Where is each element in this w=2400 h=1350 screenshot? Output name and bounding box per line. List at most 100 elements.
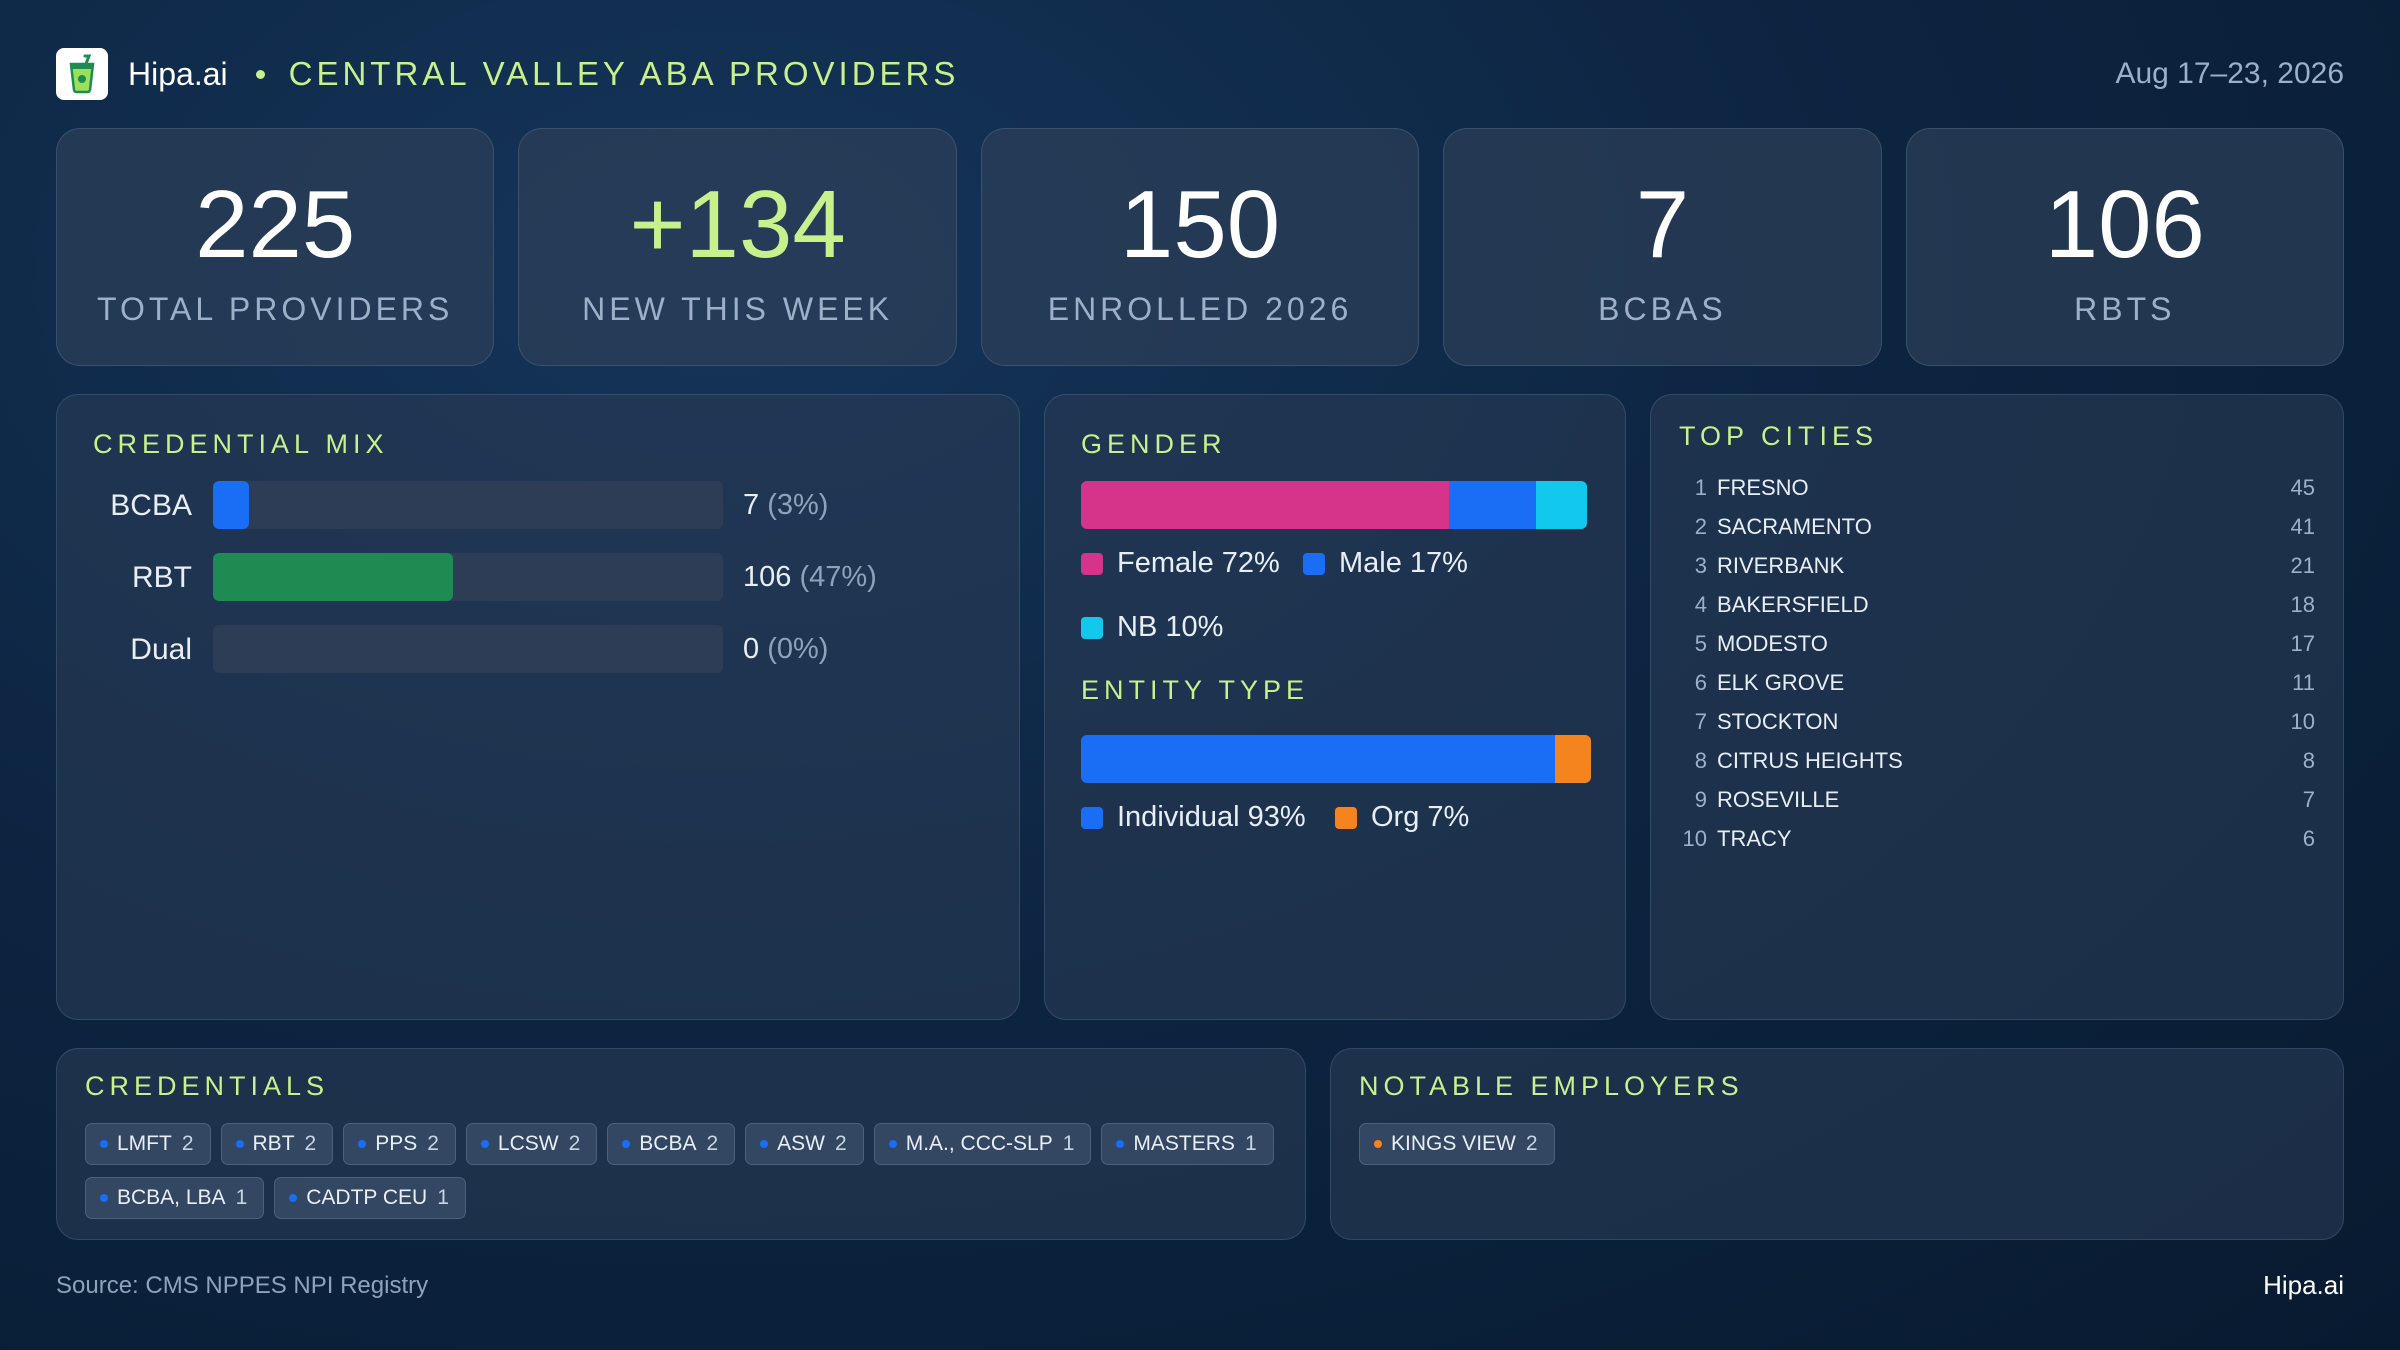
panel-title: ENTITY TYPE <box>1081 675 1310 705</box>
legend-swatch <box>1335 806 1357 829</box>
bar <box>213 553 453 601</box>
legend-label: Male 17% <box>1339 547 1468 579</box>
legend-swatch <box>1081 552 1103 575</box>
employers-chip-list: KINGS VIEW 2 <box>1359 1123 2315 1165</box>
credential-chip: PPS 2 <box>343 1123 456 1165</box>
chip-count: 1 <box>1244 1132 1257 1155</box>
chip-label: BCBA, LBA <box>117 1186 226 1209</box>
chip-dot <box>622 1140 631 1148</box>
bar-percent: (47%) <box>799 561 877 593</box>
legend-item-nb: NB 10% <box>1081 611 1223 644</box>
city-row: 5 MODESTO 17 <box>1679 631 2315 661</box>
legend-label: NB 10% <box>1117 611 1224 643</box>
city-row: 10 TRACY 6 <box>1679 826 2315 856</box>
source-note: Source: CMS NPPES NPI Registry <box>56 1272 429 1299</box>
gender-stacked-bar <box>1081 481 1587 529</box>
city-count: 6 <box>2302 826 2315 851</box>
chip-dot <box>1116 1140 1125 1148</box>
credential-chip: MASTERS 1 <box>1101 1123 1274 1165</box>
bar-value-label: 106 (47%) <box>743 561 877 594</box>
city-row: 1 FRESNO 45 <box>1679 475 2315 505</box>
logo <box>56 48 108 100</box>
credential-chip: CADTP CEU 1 <box>274 1177 466 1219</box>
chip-dot <box>235 1140 244 1148</box>
title-separator-dot <box>255 69 265 79</box>
city-rank: 3 <box>1694 553 1707 578</box>
credential-mix-row: Dual 0 (0%) <box>57 625 1019 673</box>
employer-chip: KINGS VIEW 2 <box>1359 1123 1555 1165</box>
legend-label: Female 72% <box>1117 547 1280 579</box>
stat-card-total-providers: 225 TOTAL PROVIDERS <box>56 128 495 366</box>
date-range: Aug 17–23, 2026 <box>2115 57 2344 90</box>
panel-title: TOP CITIES <box>1679 421 1879 451</box>
bar-track <box>213 553 723 601</box>
stat-value: +134 <box>629 170 846 278</box>
city-name: RIVERBANK <box>1717 553 1845 578</box>
city-name: CITRUS HEIGHTS <box>1717 748 1903 773</box>
chip-dot <box>480 1140 489 1148</box>
city-name: ROSEVILLE <box>1717 787 1840 812</box>
city-name: TRACY <box>1717 826 1792 851</box>
chip-dot <box>289 1194 298 1202</box>
city-row: 8 CITRUS HEIGHTS 8 <box>1679 748 2315 778</box>
stat-card-bcbas: 7 BCBAS <box>1443 128 1882 366</box>
stat-value: 7 <box>1635 170 1690 278</box>
legend-label: Individual 93% <box>1117 801 1306 833</box>
bar-label: Dual <box>130 633 192 666</box>
city-row: 3 RIVERBANK 21 <box>1679 553 2315 583</box>
chip-dot <box>100 1194 108 1202</box>
legend-label: Org 7% <box>1371 801 1470 833</box>
city-row: 2 SACRAMENTO 41 <box>1679 514 2315 544</box>
bar <box>213 481 249 529</box>
bar-label: BCBA <box>110 489 192 522</box>
stat-label: TOTAL PROVIDERS <box>97 290 454 327</box>
chip-dot <box>358 1140 367 1148</box>
chip-count: 2 <box>1525 1132 1538 1155</box>
city-rank: 7 <box>1694 709 1707 734</box>
city-count: 7 <box>2302 787 2315 812</box>
bar-percent: (3%) <box>767 489 829 521</box>
city-name: STOCKTON <box>1717 709 1839 734</box>
legend-swatch <box>1303 552 1325 575</box>
city-rank: 6 <box>1694 670 1707 695</box>
panel-title: CREDENTIAL MIX <box>93 429 389 459</box>
chip-dot <box>888 1140 897 1148</box>
credential-mix-row: RBT 106 (47%) <box>57 553 1019 601</box>
city-row: 7 STOCKTON 10 <box>1679 709 2315 739</box>
chip-label: M.A., CCC-SLP <box>905 1132 1053 1155</box>
chip-count: 1 <box>1062 1132 1075 1155</box>
stat-label: ENROLLED 2026 <box>1047 290 1353 327</box>
bar-label: RBT <box>132 561 192 594</box>
city-name: FRESNO <box>1717 475 1809 500</box>
city-count: 41 <box>2290 514 2315 539</box>
employers-panel: NOTABLE EMPLOYERS KINGS VIEW 2 <box>1330 1048 2344 1240</box>
city-count: 11 <box>2292 670 2315 695</box>
city-row: 4 BAKERSFIELD 18 <box>1679 592 2315 622</box>
chip-count: 2 <box>427 1132 439 1155</box>
city-rank: 1 <box>1694 475 1707 500</box>
stack-segment-nb <box>1535 481 1587 529</box>
stat-value: 225 <box>195 170 356 278</box>
entity-stacked-bar <box>1081 735 1591 783</box>
city-name: MODESTO <box>1717 631 1828 656</box>
stack-segment-female <box>1081 481 1449 529</box>
bar-value: 0 <box>743 633 760 665</box>
city-count: 21 <box>2290 553 2315 578</box>
city-name: BAKERSFIELD <box>1717 592 1869 617</box>
chip-label: KINGS VIEW <box>1391 1132 1516 1155</box>
top-cities-panel: TOP CITIES 1 FRESNO 45 2 SACRAMENTO 41 3 RIVERB… <box>1650 394 2344 1020</box>
legend-swatch <box>1081 616 1103 639</box>
chip-count: 2 <box>181 1132 194 1155</box>
chip-count: 2 <box>304 1132 317 1155</box>
chip-dot <box>100 1140 108 1148</box>
chip-label: RBT <box>252 1132 295 1155</box>
brand-name: Hipa.ai <box>128 55 228 92</box>
gender-entity-panel: GENDER Female 72% Male 17% NB 10% ENTITY T… <box>1044 394 1626 1020</box>
stat-value: 106 <box>2044 170 2205 278</box>
chip-count: 1 <box>235 1186 248 1209</box>
credential-mix-panel: CREDENTIAL MIX BCBA 7 (3%) RBT 106 (47%) Dua… <box>56 394 1020 1020</box>
stack-segment-male <box>1449 481 1536 529</box>
credential-chip: BCBA 2 <box>607 1123 736 1165</box>
legend-swatch <box>1081 806 1103 829</box>
chip-dot <box>1374 1140 1382 1148</box>
